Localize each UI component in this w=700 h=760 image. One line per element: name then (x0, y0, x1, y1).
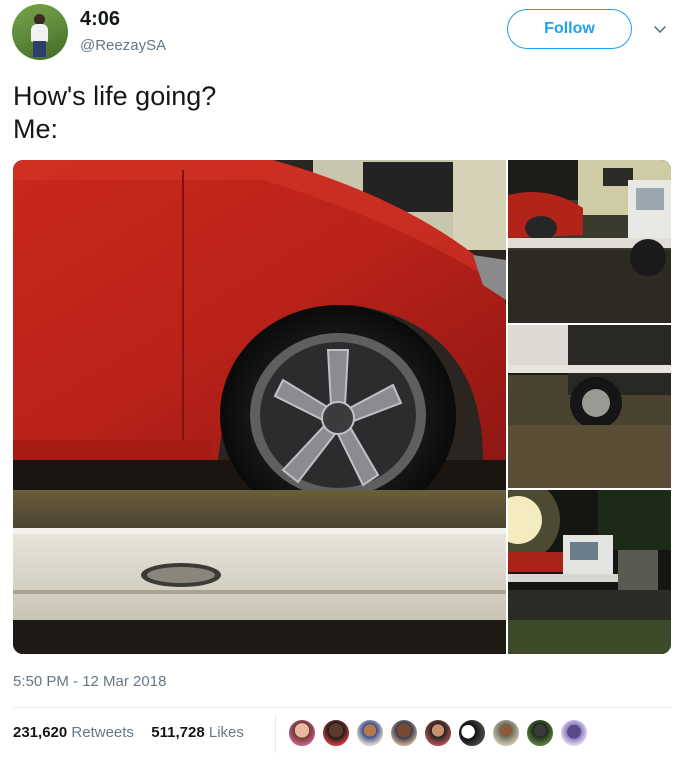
follow-button[interactable]: Follow (507, 9, 632, 49)
retweets-label: Retweets (71, 724, 134, 741)
engagement-stats: 231,620 Retweets 511,728 Likes (13, 724, 244, 741)
photo-truck-wheel[interactable] (508, 325, 671, 488)
liker-avatar[interactable] (559, 718, 589, 748)
photo-car-flat-tyre[interactable] (13, 160, 506, 654)
photo-tow-truck-side[interactable] (508, 160, 671, 323)
liker-avatar[interactable] (525, 718, 555, 748)
liker-avatar[interactable] (355, 718, 385, 748)
liker-avatar[interactable] (491, 718, 521, 748)
tweet-text: How's life going? Me: (13, 80, 216, 146)
retweets-link[interactable]: 231,620 Retweets (13, 724, 138, 741)
tweet-card: 4:06 @ReezaySA Follow How's life going? … (0, 0, 700, 760)
display-name[interactable]: 4:06 (80, 8, 120, 31)
tweet-text-line: How's life going? (13, 81, 217, 111)
likes-count: 511,728 (151, 724, 205, 741)
liker-avatar[interactable] (423, 718, 453, 748)
retweets-count: 231,620 (13, 724, 68, 741)
likes-link[interactable]: 511,728 Likes (147, 724, 244, 741)
chevron-down-icon[interactable] (652, 21, 668, 37)
divider (275, 715, 276, 753)
photo-night-tow-truck[interactable] (508, 490, 671, 654)
avatar[interactable] (12, 4, 68, 60)
liker-avatar[interactable] (457, 718, 487, 748)
media-grid (13, 160, 671, 654)
tweet-timestamp[interactable]: 5:50 PM - 12 Mar 2018 (13, 673, 166, 690)
tweet-text-line: Me: (13, 114, 59, 144)
user-handle[interactable]: @ReezaySA (80, 37, 166, 54)
divider (13, 707, 671, 708)
liker-avatar[interactable] (321, 718, 351, 748)
likes-label: Likes (208, 724, 244, 741)
liker-avatar[interactable] (287, 718, 317, 748)
liker-avatar[interactable] (389, 718, 419, 748)
